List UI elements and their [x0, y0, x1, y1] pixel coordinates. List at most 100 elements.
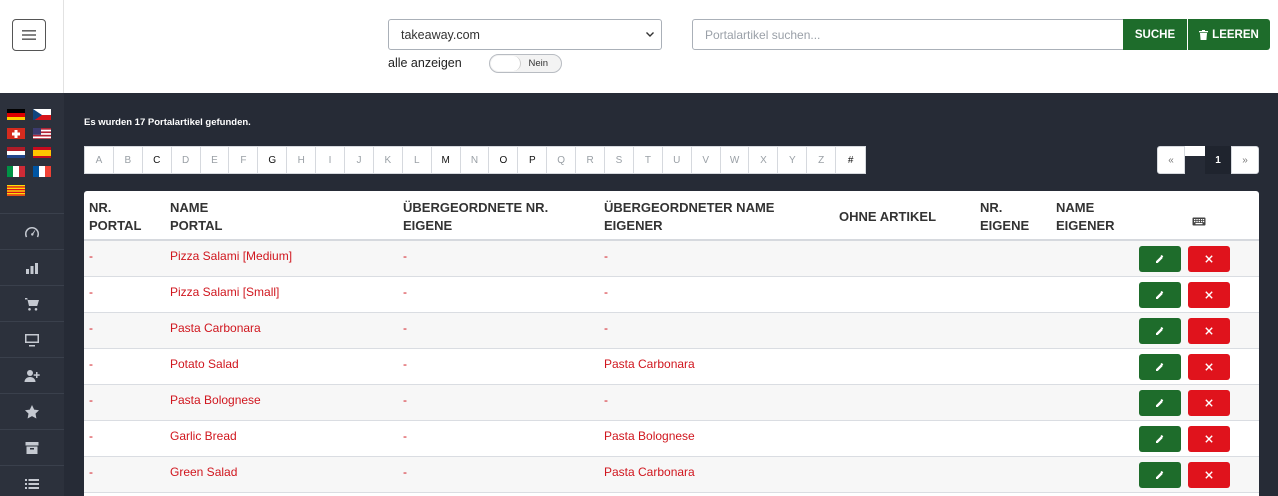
clear-button[interactable]: LEEREN: [1188, 19, 1270, 50]
column-header-line2: EIGENE: [403, 218, 453, 233]
pencil-icon: [1156, 362, 1164, 371]
delete-button[interactable]: [1188, 425, 1230, 452]
edit-button[interactable]: [1139, 317, 1181, 344]
flag-fr-icon[interactable]: [33, 165, 51, 177]
nav-monitor[interactable]: [0, 321, 64, 357]
alphabet-letter[interactable]: X: [749, 147, 779, 173]
row-actions: [1139, 317, 1259, 344]
alphabet-letter[interactable]: A: [85, 147, 114, 173]
nav-favorites[interactable]: [0, 393, 64, 429]
cell-parent-nr: -: [398, 240, 599, 277]
cell-parent-name: -: [599, 384, 834, 421]
alphabet-letter[interactable]: C: [143, 147, 172, 173]
nav-orders[interactable]: [0, 285, 64, 321]
cell-name: Green Salad: [165, 456, 398, 493]
cell-empty: [975, 384, 1051, 421]
nav-add-user[interactable]: [0, 357, 64, 393]
cell-parent-nr: -: [398, 420, 599, 457]
flag-it-icon[interactable]: [7, 165, 25, 177]
portal-select[interactable]: takeaway.com: [388, 19, 662, 50]
alphabet-letter[interactable]: T: [634, 147, 663, 173]
toggle-knob: [491, 56, 521, 71]
alphabet-letter[interactable]: N: [461, 147, 490, 173]
column-header: NAME EIGENER: [1051, 191, 1139, 241]
flag-cz-icon[interactable]: [33, 108, 51, 120]
cell-parent-name: Pasta Carbonara: [599, 456, 834, 493]
alphabet-letter[interactable]: P: [518, 147, 548, 173]
edit-button[interactable]: [1139, 425, 1181, 452]
close-icon: [1205, 255, 1213, 263]
flag-de-icon[interactable]: [7, 108, 25, 120]
cell-name: Pasta Carbonara: [165, 312, 398, 349]
column-header: ÜBERGEORDNETER NAME EIGENER: [599, 191, 834, 241]
alphabet-letter[interactable]: K: [374, 147, 403, 173]
cell-parent-name: -: [599, 240, 834, 277]
column-header: NR. EIGENE: [975, 191, 1051, 241]
edit-button[interactable]: [1139, 389, 1181, 416]
alphabet-letter[interactable]: E: [201, 147, 230, 173]
row-actions: [1139, 425, 1259, 452]
cell-parent-name: -: [599, 312, 834, 349]
alphabet-letter[interactable]: U: [663, 147, 692, 173]
alphabet-letter[interactable]: L: [403, 147, 432, 173]
flag-nl-icon[interactable]: [7, 146, 25, 158]
alphabet-letter[interactable]: W: [721, 147, 750, 173]
nav-dashboard[interactable]: [0, 213, 64, 249]
nav-archive[interactable]: [0, 429, 64, 465]
alphabet-letter[interactable]: G: [258, 147, 288, 173]
alphabet-letter[interactable]: #: [836, 147, 865, 173]
menu-toggle-button[interactable]: [12, 19, 46, 51]
alphabet-letter[interactable]: R: [576, 147, 606, 173]
result-count: Es wurden 17 Portalartikel gefunden.: [84, 117, 251, 128]
nav-statistics[interactable]: [0, 249, 64, 285]
alphabet-letter[interactable]: V: [692, 147, 721, 173]
alphabet-letter[interactable]: Q: [547, 147, 577, 173]
delete-button[interactable]: [1188, 461, 1230, 488]
header: Portalartikel takeaway.com alle anzeigen…: [64, 0, 1278, 93]
delete-button[interactable]: [1188, 317, 1230, 344]
delete-button[interactable]: [1188, 281, 1230, 308]
delete-button[interactable]: [1188, 389, 1230, 416]
alphabet-letter[interactable]: O: [489, 147, 519, 173]
edit-button[interactable]: [1139, 461, 1181, 488]
alphabet-letter[interactable]: S: [605, 147, 634, 173]
edit-button[interactable]: [1139, 353, 1181, 380]
flag-es-icon[interactable]: [33, 146, 51, 158]
pagination-current[interactable]: 1: [1205, 146, 1231, 174]
cell-actions: [1139, 420, 1259, 457]
column-header-line1: NR.: [980, 199, 1003, 215]
alphabet-letter[interactable]: Z: [807, 147, 837, 173]
pencil-icon: [1156, 290, 1164, 299]
delete-button[interactable]: [1188, 353, 1230, 380]
cell-empty: [1051, 384, 1139, 421]
alphabet-letter[interactable]: Y: [778, 147, 808, 173]
pagination-next[interactable]: »: [1231, 146, 1259, 174]
alphabet-letter[interactable]: I: [316, 147, 346, 173]
close-icon: [1205, 434, 1213, 443]
close-icon: [1205, 290, 1213, 299]
alphabet-letter[interactable]: F: [229, 147, 259, 173]
articles-table: NR. PORTAL NAME PORTAL ÜBERGEORDNETE NR. EIGE…: [84, 191, 1259, 493]
flag-ch-icon[interactable]: [7, 127, 25, 139]
delete-button[interactable]: [1188, 246, 1230, 272]
pagination-prev[interactable]: «: [1157, 146, 1185, 174]
alphabet-letter[interactable]: J: [345, 147, 374, 173]
column-header: ÜBERGEORDNETE NR. EIGENE: [398, 191, 599, 241]
edit-button[interactable]: [1139, 246, 1181, 272]
edit-button[interactable]: [1139, 281, 1181, 308]
nav-list[interactable]: [0, 465, 64, 496]
alphabet-letter[interactable]: M: [432, 147, 461, 173]
flag-us-icon[interactable]: [33, 127, 51, 139]
column-header-line1: NAME: [170, 199, 209, 215]
column-header-line1: NAME: [1056, 199, 1095, 215]
alphabet-letter[interactable]: B: [114, 147, 143, 173]
alphabet-letter[interactable]: H: [287, 147, 317, 173]
show-all-toggle[interactable]: Nein: [489, 54, 562, 73]
alphabet-letter[interactable]: D: [172, 147, 201, 173]
search-button[interactable]: SUCHE: [1123, 19, 1187, 50]
cell-name: Garlic Bread: [165, 420, 398, 457]
articles-table-container: NR. PORTAL NAME PORTAL ÜBERGEORDNETE NR. EIGE…: [84, 191, 1259, 496]
flag-ca-icon[interactable]: [7, 184, 25, 196]
show-all-label: alle anzeigen: [388, 56, 462, 70]
search-input[interactable]: [692, 19, 1124, 50]
